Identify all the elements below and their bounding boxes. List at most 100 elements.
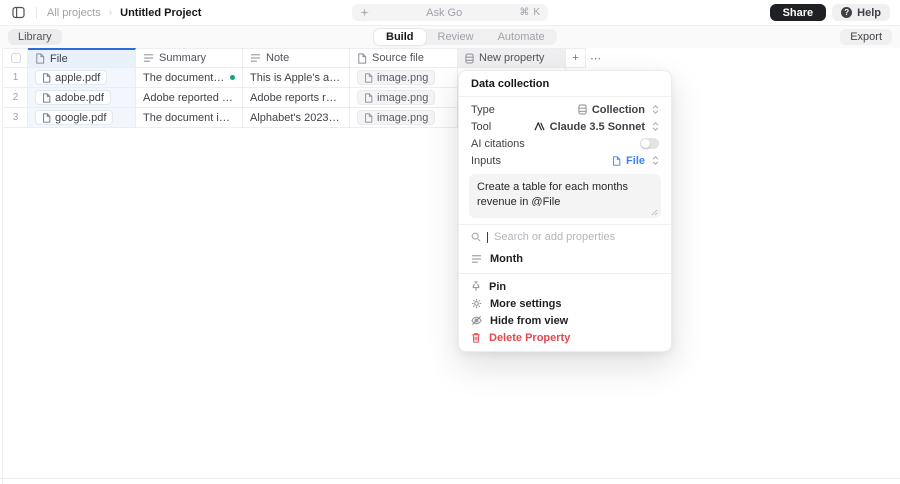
cell-summary[interactable]: The document is Alphabe... [136,108,243,128]
row-number: 1 [3,68,28,88]
ask-input[interactable]: Ask Go ⌘ K [352,4,548,21]
export-button[interactable]: Export [840,29,892,45]
column-header-label: Note [266,52,290,64]
menu-item-label: Pin [489,280,507,293]
tool-value: Claude 3.5 Sonnet [549,120,645,133]
source-file-name: image.png [377,111,429,124]
type-value: Collection [591,103,645,116]
column-header-note[interactable]: Note [243,48,350,68]
column-options-button[interactable]: ⋯ [586,48,606,68]
help-button-label: Help [857,6,881,19]
prompt-input-box: Create a table for each months revenue i… [469,174,661,218]
cell-source-file[interactable]: image.png [350,108,458,128]
breadcrumb-separator-icon: › [108,7,113,18]
anthropic-icon [534,122,545,131]
cell-file[interactable]: apple.pdf [28,68,136,88]
menu-item-label: Hide from view [490,314,569,327]
menu-item-hide-from-view[interactable]: Hide from view [459,312,671,329]
note-text: This is Apple's annual ... [250,71,342,84]
menu-item-more-settings[interactable]: More settings [459,295,671,312]
field-label: Tool [471,120,492,133]
view-toolbar: Library Build Review Automate Export [0,26,900,48]
field-value[interactable]: Collection [578,104,659,116]
column-header-label: File [50,52,68,65]
cell-source-file[interactable]: image.png [350,68,458,88]
cell-summary[interactable]: The document is Appl... [136,68,243,88]
property-item-month[interactable]: Month [459,249,671,271]
file-chip[interactable]: google.pdf [35,110,114,125]
pin-icon [471,281,481,292]
source-file-chip[interactable]: image.png [357,90,436,105]
chevron-updown-icon [652,105,659,114]
select-all-cell [3,48,28,68]
property-search-input[interactable] [494,231,659,243]
menu-item-delete-property[interactable]: Delete Property [459,329,671,346]
tab-automate[interactable]: Automate [486,29,557,45]
note-text: Alphabet's 2023 annual ... [250,111,342,124]
file-icon [364,112,373,123]
column-header-label: New property [479,52,545,64]
top-header: All projects › Untitled Project Ask Go ⌘… [0,0,900,26]
field-type[interactable]: Type Collection [459,101,671,118]
help-button[interactable]: ? Help [832,4,890,21]
property-item-label: Month [490,253,523,265]
file-icon [612,155,621,166]
trash-icon [471,332,481,343]
source-file-chip[interactable]: image.png [357,110,436,125]
column-header-source-file[interactable]: Source file [350,48,458,68]
text-icon [250,53,261,63]
question-mark-icon: ? [841,7,853,18]
tab-review[interactable]: Review [426,29,486,45]
ai-citations-toggle[interactable] [640,138,659,149]
collection-icon [578,104,587,115]
column-header-new-property[interactable]: New property [458,48,566,68]
field-ai-citations: AI citations [459,135,671,152]
cell-note[interactable]: Adobe reports record ... [243,88,350,108]
cell-file[interactable]: adobe.pdf [28,88,136,108]
property-settings-popup: Data collection Type Collection Tool Cla… [458,70,672,352]
file-icon [42,112,51,123]
app-window: All projects › Untitled Project Ask Go ⌘… [0,0,900,484]
cell-note[interactable]: Alphabet's 2023 annual ... [243,108,350,128]
resize-handle[interactable] [651,209,658,216]
add-column-button[interactable]: + [566,48,586,68]
column-header-label: Source file [372,52,424,64]
status-dot [230,75,235,80]
cell-summary[interactable]: Adobe reported record ... [136,88,243,108]
file-icon [42,92,51,103]
property-search[interactable] [459,224,671,249]
menu-item-pin[interactable]: Pin [459,278,671,295]
cell-source-file[interactable]: image.png [350,88,458,108]
breadcrumb-current-project: Untitled Project [120,6,202,19]
field-label: Type [471,103,495,116]
sparkle-icon [360,8,369,17]
field-value[interactable]: Claude 3.5 Sonnet [534,121,659,133]
text-caret [487,231,488,243]
header-divider [36,6,37,19]
field-inputs[interactable]: Inputs File [459,152,671,169]
select-all-checkbox[interactable] [10,53,21,63]
sidebar-toggle-icon[interactable] [10,5,26,21]
prompt-textarea[interactable]: Create a table for each months revenue i… [477,180,653,206]
toggle-knob [641,139,650,148]
gear-icon [471,298,482,309]
column-header-summary[interactable]: Summary [136,48,243,68]
file-chip[interactable]: apple.pdf [35,70,108,85]
field-value[interactable]: File [612,155,659,167]
field-label: Inputs [471,154,501,167]
column-header-file[interactable]: File [28,48,136,68]
field-tool[interactable]: Tool Claude 3.5 Sonnet [459,118,671,135]
search-icon [471,232,481,242]
source-file-chip[interactable]: image.png [357,70,436,85]
share-button[interactable]: Share [769,4,827,21]
file-chip[interactable]: adobe.pdf [35,90,111,105]
file-name: apple.pdf [55,71,101,84]
tab-build[interactable]: Build [374,29,426,45]
eye-off-icon [471,315,482,326]
cell-note[interactable]: This is Apple's annual ... [243,68,350,88]
header-actions: Share ? Help [769,4,890,21]
breadcrumb-all-projects[interactable]: All projects [47,7,101,19]
library-tab[interactable]: Library [8,29,62,45]
bottom-border [0,478,900,479]
cell-file[interactable]: google.pdf [28,108,136,128]
